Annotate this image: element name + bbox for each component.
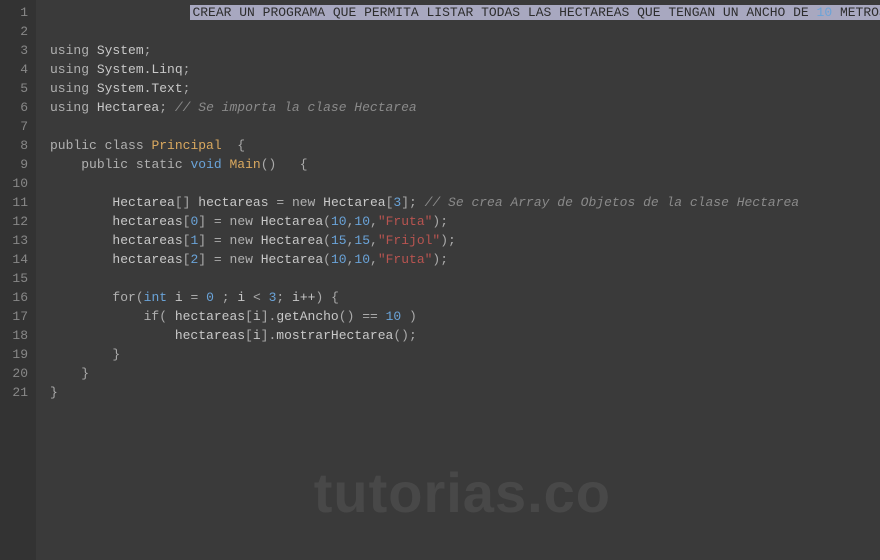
- code-line-17[interactable]: if( hectareas[i].getAncho() == 10 ): [36, 307, 880, 326]
- code-line-1[interactable]: CREAR UN PROGRAMA QUE PERMITA LISTAR TOD…: [36, 3, 880, 22]
- line-number: 3: [6, 41, 28, 60]
- code-line-4[interactable]: using System.Linq;: [36, 60, 880, 79]
- line-number: 13: [6, 231, 28, 250]
- line-number: 1: [6, 3, 28, 22]
- line-number: 6: [6, 98, 28, 117]
- line-number: 17: [6, 307, 28, 326]
- code-editor: 1 2 3 4 5 6 7 8 9 10 11 12 13 14 15 16 1…: [0, 0, 880, 560]
- code-line-3[interactable]: using System;: [36, 41, 880, 60]
- line-number: 18: [6, 326, 28, 345]
- code-line-14[interactable]: hectareas[2] = new Hectarea(10,10,"Fruta…: [36, 250, 880, 269]
- line-number: 16: [6, 288, 28, 307]
- line-number: 11: [6, 193, 28, 212]
- line-number: 2: [6, 22, 28, 41]
- code-line-13[interactable]: hectareas[1] = new Hectarea(15,15,"Frijo…: [36, 231, 880, 250]
- line-number: 5: [6, 79, 28, 98]
- line-number: 10: [6, 174, 28, 193]
- code-line-10[interactable]: [36, 174, 880, 193]
- code-line-19[interactable]: }: [36, 345, 880, 364]
- line-number: 19: [6, 345, 28, 364]
- line-number-gutter: 1 2 3 4 5 6 7 8 9 10 11 12 13 14 15 16 1…: [0, 0, 36, 560]
- code-line-5[interactable]: using System.Text;: [36, 79, 880, 98]
- code-line-6[interactable]: using Hectarea; // Se importa la clase H…: [36, 98, 880, 117]
- line-number: 21: [6, 383, 28, 402]
- line-number: 14: [6, 250, 28, 269]
- line-number: 8: [6, 136, 28, 155]
- code-line-15[interactable]: [36, 269, 880, 288]
- code-line-21[interactable]: }: [36, 383, 880, 402]
- line-number: 15: [6, 269, 28, 288]
- line-number: 7: [6, 117, 28, 136]
- line-number: 4: [6, 60, 28, 79]
- watermark-text: tutorias.co: [314, 460, 611, 525]
- line-number: 12: [6, 212, 28, 231]
- code-line-16[interactable]: for(int i = 0 ; i < 3; i++) {: [36, 288, 880, 307]
- code-line-18[interactable]: hectareas[i].mostrarHectarea();: [36, 326, 880, 345]
- code-line-11[interactable]: Hectarea[] hectareas = new Hectarea[3]; …: [36, 193, 880, 212]
- line-number: 9: [6, 155, 28, 174]
- code-content[interactable]: CREAR UN PROGRAMA QUE PERMITA LISTAR TOD…: [36, 0, 880, 560]
- code-line-9[interactable]: public static void Main() {: [36, 155, 880, 174]
- code-line-8[interactable]: public class Principal {: [36, 136, 880, 155]
- code-line-7[interactable]: [36, 117, 880, 136]
- code-line-2[interactable]: [36, 22, 880, 41]
- selection-highlight: CREAR UN PROGRAMA QUE PERMITA LISTAR TOD…: [190, 5, 880, 20]
- code-line-20[interactable]: }: [36, 364, 880, 383]
- line-number: 20: [6, 364, 28, 383]
- code-line-12[interactable]: hectareas[0] = new Hectarea(10,10,"Fruta…: [36, 212, 880, 231]
